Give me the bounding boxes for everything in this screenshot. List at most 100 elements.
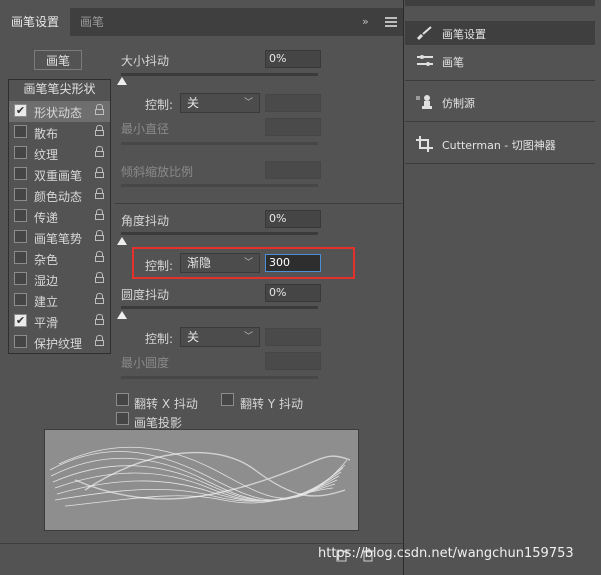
- option-label: 建立: [34, 295, 59, 309]
- dock-item-brush-settings[interactable]: 画笔设置: [405, 21, 595, 45]
- collapse-panels-icon[interactable]: »: [362, 16, 382, 28]
- lock-icon[interactable]: [95, 104, 104, 116]
- option-label: 颜色动态: [34, 190, 83, 204]
- clone-source-icon: [416, 94, 434, 110]
- chevron-down-icon: ﹀: [243, 332, 253, 342]
- brush-settings-icon: [416, 25, 434, 41]
- stroke-preview-graphic: [49, 446, 351, 507]
- shape-dynamics-checkbox[interactable]: ✔: [14, 104, 27, 117]
- min-roundness-label: 最小圆度: [121, 356, 170, 370]
- scattering-checkbox[interactable]: [14, 125, 27, 138]
- protect-texture-checkbox[interactable]: [14, 335, 27, 348]
- angle-control-value: 渐隐: [187, 256, 212, 270]
- size-control-value: 关: [187, 96, 200, 110]
- dual-brush-checkbox[interactable]: [14, 167, 27, 180]
- option-label: 纹理: [34, 148, 59, 162]
- lock-icon[interactable]: [95, 230, 104, 242]
- tab-brush-settings[interactable]: 画笔设置: [0, 8, 70, 36]
- dock-top-strip: [405, 0, 595, 6]
- size-jitter-input[interactable]: 0%: [265, 50, 321, 68]
- brush-button[interactable]: 画笔: [34, 50, 82, 70]
- min-diameter-input: [265, 118, 321, 136]
- option-build-up[interactable]: 建立: [9, 290, 110, 311]
- option-wet-edges[interactable]: 湿边: [9, 269, 110, 290]
- flip-y-checkbox[interactable]: [221, 393, 234, 406]
- angle-jitter-slider-thumb[interactable]: [117, 237, 127, 245]
- min-diameter-slider: [121, 142, 318, 145]
- chevron-down-icon: ﹀: [243, 258, 253, 268]
- option-label: 形状动态: [34, 106, 83, 120]
- roundness-jitter-slider[interactable]: [121, 306, 318, 309]
- option-smoothing[interactable]: ✔ 平滑: [9, 311, 110, 332]
- brush-tip-shape-item[interactable]: 画笔笔尖形状: [9, 80, 110, 98]
- dock-item-cutterman[interactable]: Cutterman - 切图神器: [405, 132, 595, 156]
- panel-bottom-divider: [0, 543, 403, 544]
- noise-checkbox[interactable]: [14, 251, 27, 264]
- lock-icon[interactable]: [95, 146, 104, 158]
- lock-icon[interactable]: [95, 314, 104, 326]
- option-brush-pose[interactable]: 画笔笔势: [9, 227, 110, 248]
- lock-icon[interactable]: [95, 272, 104, 284]
- option-dual-brush[interactable]: 双重画笔: [9, 164, 110, 185]
- option-color-dynamics[interactable]: 颜色动态: [9, 185, 110, 206]
- dock-item-clone-source[interactable]: 仿制源: [405, 90, 595, 114]
- size-control-select[interactable]: 关 ﹀: [180, 93, 260, 113]
- wet-edges-checkbox[interactable]: [14, 272, 27, 285]
- lock-icon[interactable]: [95, 125, 104, 137]
- brush-pose-checkbox[interactable]: [14, 230, 27, 243]
- angle-control-label: 控制:: [145, 259, 174, 273]
- tilt-scale-label: 倾斜缩放比例: [121, 165, 194, 179]
- tilt-scale-slider: [121, 184, 318, 187]
- angle-control-select[interactable]: 渐隐 ﹀: [180, 253, 260, 273]
- roundness-control-select[interactable]: 关 ﹀: [180, 327, 260, 347]
- option-label: 平滑: [34, 316, 59, 330]
- lock-icon[interactable]: [95, 167, 104, 179]
- size-control-label: 控制:: [145, 98, 174, 112]
- roundness-control-value: 关: [187, 330, 200, 344]
- brush-presets-icon: [416, 53, 434, 69]
- option-transfer[interactable]: 传递: [9, 206, 110, 227]
- option-label: 双重画笔: [34, 169, 83, 183]
- tab-brush[interactable]: 画笔: [72, 8, 112, 36]
- dock-item-label: Cutterman - 切图神器: [442, 139, 556, 152]
- texture-checkbox[interactable]: [14, 146, 27, 159]
- lock-icon[interactable]: [95, 335, 104, 347]
- lock-icon[interactable]: [95, 293, 104, 305]
- option-label: 杂色: [34, 253, 59, 267]
- min-roundness-input: [265, 352, 321, 370]
- size-control-amount-input: [265, 94, 321, 112]
- dock-item-label: 画笔设置: [442, 28, 486, 41]
- lock-icon[interactable]: [95, 188, 104, 200]
- size-jitter-slider-thumb[interactable]: [117, 77, 127, 85]
- crop-icon: [416, 136, 434, 152]
- build-up-checkbox[interactable]: [14, 293, 27, 306]
- option-shape-dynamics[interactable]: ✔ 形状动态: [9, 101, 110, 122]
- size-jitter-slider[interactable]: [121, 73, 318, 76]
- dock-item-brush[interactable]: 画笔: [405, 49, 595, 73]
- roundness-jitter-slider-thumb[interactable]: [117, 311, 127, 319]
- transfer-checkbox[interactable]: [14, 209, 27, 222]
- fade-steps-input[interactable]: 300: [265, 254, 321, 272]
- smoothing-checkbox[interactable]: ✔: [14, 314, 27, 327]
- angle-jitter-slider[interactable]: [121, 232, 318, 235]
- lock-icon[interactable]: [95, 209, 104, 221]
- option-noise[interactable]: 杂色: [9, 248, 110, 269]
- angle-jitter-input[interactable]: 0%: [265, 210, 321, 228]
- panel-menu-icon[interactable]: [385, 15, 397, 27]
- tilt-scale-input: [265, 161, 321, 179]
- roundness-jitter-input[interactable]: 0%: [265, 284, 321, 302]
- brush-stroke-preview: [44, 429, 359, 531]
- color-dynamics-checkbox[interactable]: [14, 188, 27, 201]
- flip-x-checkbox[interactable]: [116, 393, 129, 406]
- right-dock-panel: [404, 0, 601, 575]
- option-texture[interactable]: 纹理: [9, 143, 110, 164]
- min-roundness-slider: [121, 376, 318, 379]
- flip-y-label: 翻转 Y 抖动: [240, 397, 303, 411]
- dock-separator: [405, 121, 595, 122]
- roundness-control-label: 控制:: [145, 332, 174, 346]
- brush-projection-checkbox[interactable]: [116, 412, 129, 425]
- option-label: 散布: [34, 127, 59, 141]
- option-scattering[interactable]: 散布: [9, 122, 110, 143]
- lock-icon[interactable]: [95, 251, 104, 263]
- option-protect-texture[interactable]: 保护纹理: [9, 332, 110, 353]
